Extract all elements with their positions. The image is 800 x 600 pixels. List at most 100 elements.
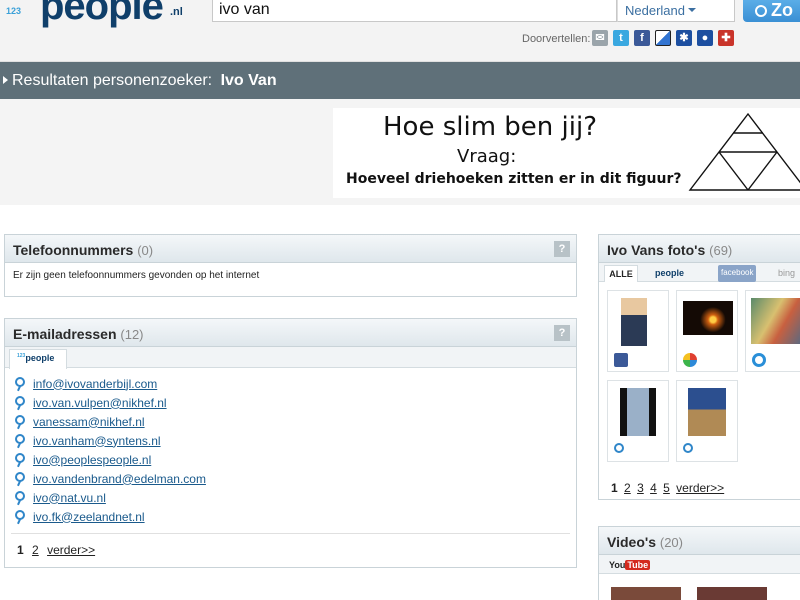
phone-numbers-panel: Telefoonnummers (0) ? Er zijn geen telef… — [4, 234, 577, 297]
site-logo[interactable]: 123 people .nl — [0, 0, 200, 28]
email-link[interactable]: ivo.fk@zeelandnet.nl — [33, 510, 145, 524]
videos-header: Video's (20) — [599, 527, 800, 555]
search-icon[interactable] — [15, 471, 25, 482]
page-link[interactable]: 5 — [663, 481, 670, 495]
search-icon[interactable] — [15, 509, 25, 520]
search-icon[interactable] — [15, 490, 25, 501]
page-current: 1 — [17, 543, 24, 557]
youtube-logo-tube: Tube — [625, 560, 651, 570]
advertisement-banner[interactable]: Hoe slim ben jij? Vraag: Hoeveel driehoe… — [333, 108, 800, 198]
photo-image — [688, 388, 726, 436]
email-addresses-panel: E-mailadressen (12) ? 123people info@ivo… — [4, 318, 577, 568]
picasa-icon — [683, 353, 697, 367]
tab-facebook[interactable]: facebook — [718, 265, 757, 282]
page-link[interactable]: 3 — [637, 481, 644, 495]
help-icon[interactable]: ? — [554, 241, 570, 257]
search-input[interactable]: ivo van — [212, 0, 617, 22]
search-icon — [683, 443, 693, 453]
next-page-link[interactable]: verder>> — [47, 543, 95, 557]
banner-question-label: Vraag: — [457, 146, 517, 167]
email-link[interactable]: ivo.van.vulpen@nikhef.nl — [33, 396, 167, 410]
divider — [11, 533, 570, 534]
phone-numbers-message: Er zijn geen telefoonnummers gevonden op… — [13, 270, 260, 281]
email-link[interactable]: ivo.vanham@syntens.nl — [33, 434, 161, 448]
video-thumbnail[interactable] — [611, 587, 681, 600]
email-share-icon[interactable]: ✉ — [592, 30, 608, 46]
photo-thumbnail[interactable] — [607, 380, 669, 462]
results-title-name: Ivo Van — [220, 72, 277, 89]
page-current: 1 — [611, 481, 618, 495]
tab-all[interactable]: ALLE — [604, 265, 638, 282]
list-item: ivo@peoplespeople.nl — [15, 450, 576, 469]
photo-thumbnail[interactable] — [676, 290, 738, 372]
myspace-icon[interactable]: ● — [697, 30, 713, 46]
logo-nl: .nl — [170, 6, 183, 18]
page-link[interactable]: 4 — [650, 481, 657, 495]
search-button-label: Zo — [771, 0, 793, 20]
video-source-tabs: You Tube — [599, 555, 800, 574]
tab-youtube[interactable]: You Tube — [609, 557, 651, 574]
photo-thumbnail[interactable] — [607, 290, 669, 372]
facebook-icon[interactable]: f — [634, 30, 650, 46]
email-link[interactable]: vanessam@nikhef.nl — [33, 415, 145, 429]
hyves-icon[interactable]: ✚ — [718, 30, 734, 46]
photo-image — [751, 298, 800, 344]
tab-bing[interactable]: bing — [778, 265, 795, 282]
country-select[interactable]: Nederland — [617, 0, 735, 22]
youtube-logo-you: You — [609, 560, 626, 570]
digg-icon[interactable]: ✱ — [676, 30, 692, 46]
facebook-icon — [614, 353, 628, 367]
arrow-right-icon — [3, 76, 8, 84]
list-item: ivo.van.vulpen@nikhef.nl — [15, 393, 576, 412]
photos-count: (69) — [709, 243, 733, 258]
email-source-tabs: 123people — [5, 347, 576, 369]
logo-people: people — [40, 0, 164, 28]
country-label: Nederland — [625, 3, 685, 18]
search-button[interactable]: Zo — [743, 0, 800, 22]
tab-123people-label: people — [25, 353, 55, 363]
videos-title: Video's — [607, 534, 656, 550]
photos-pagination: 1 2 3 4 5 verder>> — [611, 481, 727, 495]
phone-numbers-count: (0) — [137, 243, 154, 258]
search-icon[interactable] — [15, 433, 25, 444]
share-icons: ✉ t f ✱ ● ✚ — [592, 30, 734, 46]
photo-thumbnail[interactable] — [745, 290, 800, 372]
banner-headline: Hoe slim ben jij? — [383, 112, 598, 142]
email-addresses-header: E-mailadressen (12) ? — [5, 319, 576, 347]
tab-123people[interactable]: people — [655, 265, 684, 282]
triangle-figure — [688, 112, 800, 191]
phone-numbers-title: Telefoonnummers — [13, 242, 134, 258]
results-title-prefix: Resultaten personenzoeker: — [12, 72, 213, 89]
banner-question: Hoeveel driehoeken zitten er in dit figu… — [346, 171, 682, 187]
email-link[interactable]: ivo@nat.vu.nl — [33, 491, 106, 505]
search-icon[interactable] — [15, 376, 25, 387]
video-thumbnail[interactable] — [697, 587, 767, 600]
next-page-link[interactable]: verder>> — [676, 481, 724, 495]
bing-icon — [752, 353, 766, 367]
search-icon — [614, 443, 624, 453]
results-title-bar: Resultaten personenzoeker: Ivo Van — [0, 62, 800, 99]
photo-thumbnail[interactable] — [676, 380, 738, 462]
email-pagination: 1 2 verder>> — [17, 543, 100, 557]
email-link[interactable]: ivo@peoplespeople.nl — [33, 453, 151, 467]
videos-panel: Video's (20) You Tube — [598, 526, 800, 600]
phone-numbers-header: Telefoonnummers (0) ? — [5, 235, 576, 263]
search-icon[interactable] — [15, 414, 25, 425]
twitter-icon[interactable]: t — [613, 30, 629, 46]
photos-header: Ivo Vans foto's (69) — [599, 235, 800, 263]
email-link[interactable]: info@ivovanderbijl.com — [33, 377, 157, 391]
page-link[interactable]: 2 — [32, 543, 39, 557]
help-icon[interactable]: ? — [554, 325, 570, 341]
email-link[interactable]: ivo.vandenbrand@edelman.com — [33, 472, 206, 486]
photos-title: Ivo Vans foto's — [607, 242, 706, 258]
search-icon[interactable] — [15, 395, 25, 406]
list-item: ivo@nat.vu.nl — [15, 488, 576, 507]
search-icon[interactable] — [15, 452, 25, 463]
email-addresses-count: (12) — [120, 327, 144, 342]
photo-source-tabs: ALLE people facebook bing — [599, 263, 800, 282]
page-link[interactable]: 2 — [624, 481, 631, 495]
list-item: vanessam@nikhef.nl — [15, 412, 576, 431]
delicious-icon[interactable] — [655, 30, 671, 46]
search-icon — [755, 5, 767, 17]
tab-123people[interactable]: 123people — [9, 349, 67, 369]
